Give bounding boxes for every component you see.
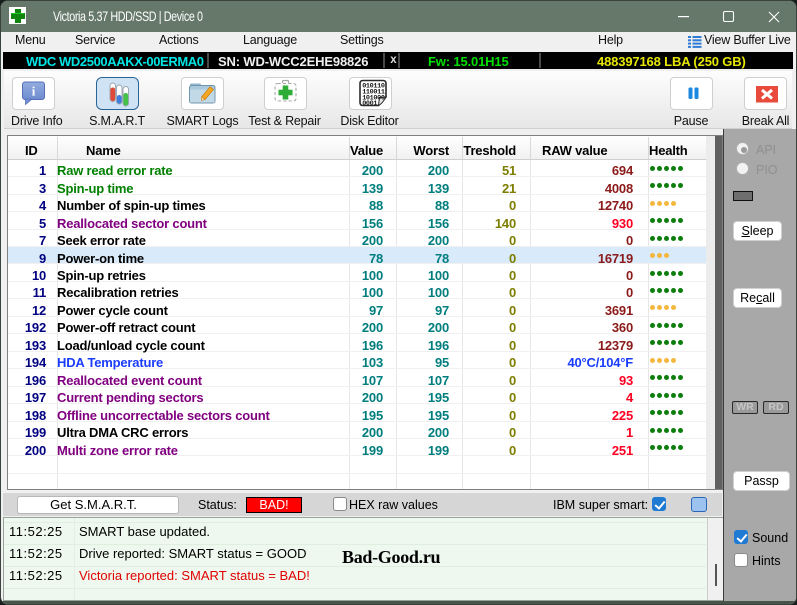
svg-text:i: i — [32, 84, 36, 99]
svg-text:0001: 0001 — [362, 100, 377, 108]
